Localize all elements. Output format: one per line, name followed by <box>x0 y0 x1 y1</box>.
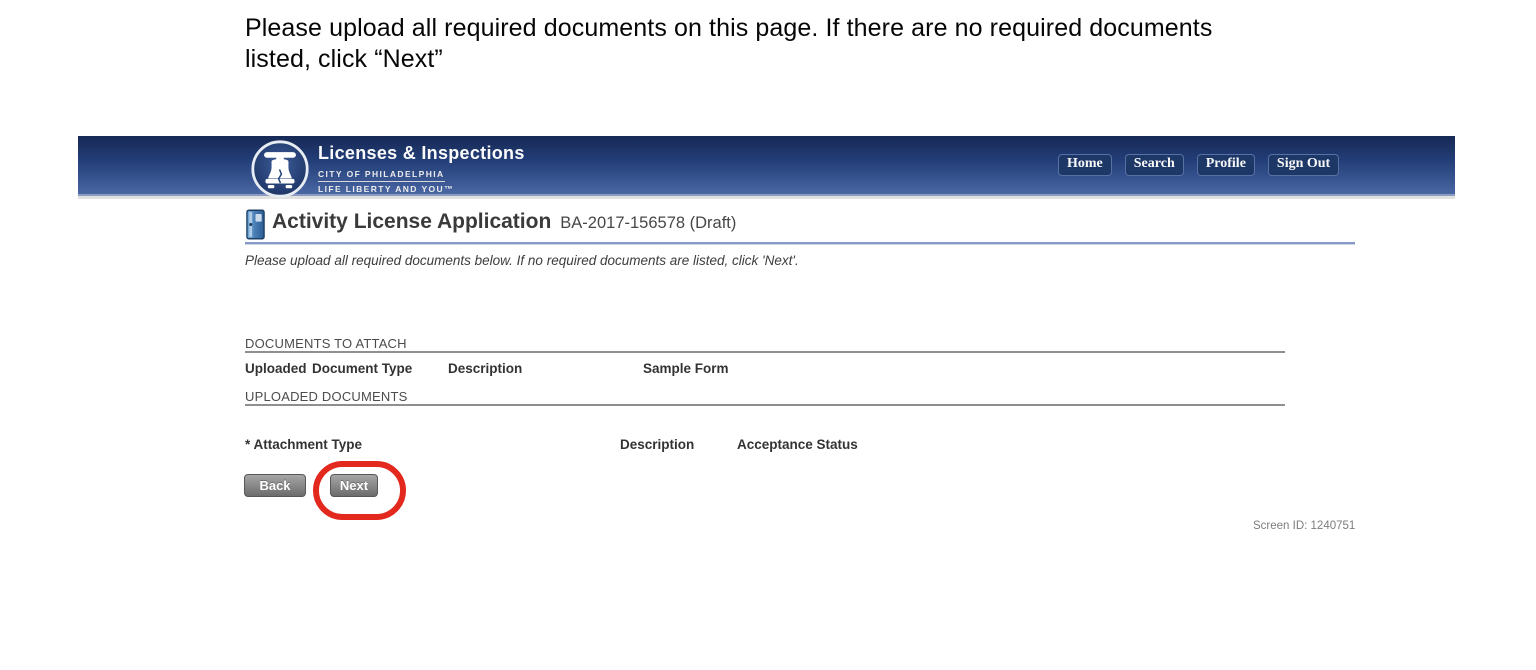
column-header-uploaded: Uploaded <box>245 361 307 376</box>
nav-home-button[interactable]: Home <box>1058 154 1112 176</box>
column-header-document-type: Document Type <box>312 361 413 376</box>
page-note: Please upload all required documents bel… <box>245 253 799 268</box>
next-button[interactable]: Next <box>330 474 378 497</box>
page-title-row: Activity License Application BA-2017-1565… <box>272 210 736 234</box>
brand-block: Licenses & Inspections CITY OF PHILADELP… <box>318 143 525 194</box>
brand-tagline-motto: LIFE LIBERTY AND YOU™ <box>318 184 454 194</box>
nav-profile-button[interactable]: Profile <box>1196 154 1255 176</box>
nav-sign-out-button[interactable]: Sign Out <box>1267 154 1340 176</box>
nav-search-button[interactable]: Search <box>1124 154 1184 176</box>
uploaded-documents-divider <box>245 404 1285 406</box>
column-header-description: Description <box>448 361 523 376</box>
column-header-acceptance-status: Acceptance Status <box>737 437 858 452</box>
screen-id-label: Screen ID: 1240751 <box>1253 520 1356 532</box>
documents-to-attach-divider <box>245 351 1285 353</box>
documents-to-attach-heading: DOCUMENTS TO ATTACH <box>245 336 407 351</box>
page-title: Activity License Application <box>272 210 552 233</box>
column-header-sample-form: Sample Form <box>643 361 729 376</box>
record-id: BA-2017-156578 (Draft) <box>560 214 737 232</box>
screenshot-root: Please upload all required documents on … <box>0 0 1536 670</box>
column-header-attachment-type: * Attachment Type <box>245 437 363 452</box>
column-header-description-2: Description <box>620 437 695 452</box>
binder-icon <box>246 209 265 245</box>
uploaded-documents-heading: UPLOADED DOCUMENTS <box>245 389 408 404</box>
title-underline <box>245 242 1355 244</box>
brand-title: Licenses & Inspections <box>318 143 525 163</box>
header-nav: Home Search Profile Sign Out <box>1058 154 1340 176</box>
brand-tagline-city: CITY OF PHILADELPHIA <box>318 169 445 182</box>
back-button[interactable]: Back <box>244 474 306 497</box>
instruction-annotation-text: Please upload all required documents on … <box>245 14 1213 73</box>
liberty-bell-logo-icon <box>250 139 310 199</box>
